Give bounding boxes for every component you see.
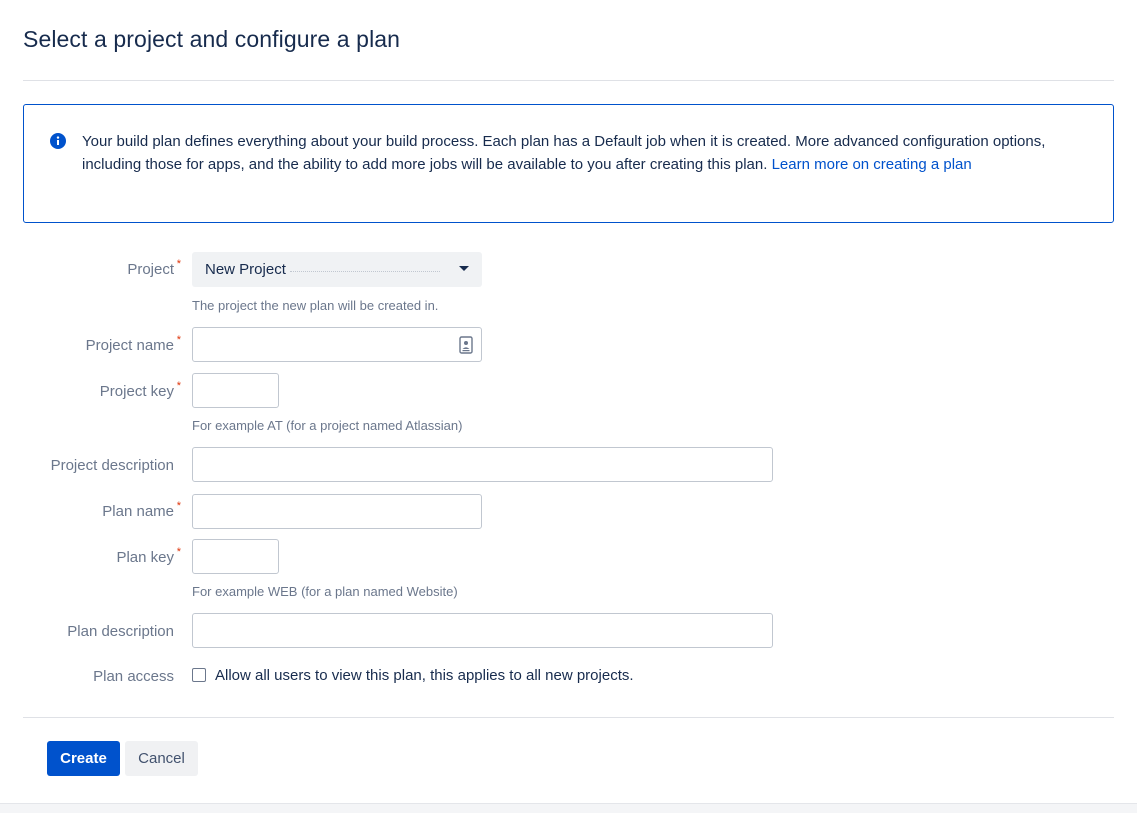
contact-card-icon[interactable] <box>459 336 473 354</box>
plan-description-input[interactable] <box>192 613 773 648</box>
plan-name-required-marker: * <box>176 500 181 512</box>
caret-down-icon <box>459 266 469 271</box>
cancel-button[interactable]: Cancel <box>125 741 198 776</box>
info-message: Your build plan defines everything about… <box>23 104 1114 223</box>
project-name-label: Project name <box>85 337 174 354</box>
project-name-input[interactable] <box>192 327 482 362</box>
plan-access-checkbox[interactable] <box>192 668 206 682</box>
project-required-marker: * <box>176 258 181 270</box>
project-label: Project <box>127 261 174 278</box>
plan-key-label: Plan key <box>116 549 174 566</box>
project-description-input[interactable] <box>192 447 773 482</box>
plan-key-required-marker: * <box>176 546 181 558</box>
project-help: The project the new plan will be created… <box>192 298 439 313</box>
header-divider <box>23 80 1114 81</box>
plan-access-checkbox-label[interactable]: Allow all users to view this plan, this … <box>215 667 634 684</box>
info-icon <box>50 133 66 149</box>
project-description-label: Project description <box>50 457 174 474</box>
page-title: Select a project and configure a plan <box>23 26 401 52</box>
plan-key-help: For example WEB (for a plan named Websit… <box>192 584 458 599</box>
learn-more-link[interactable]: Learn more on creating a plan <box>772 156 972 173</box>
project-select[interactable]: New Project <box>192 252 482 287</box>
plan-access-label: Plan access <box>93 668 174 685</box>
create-button[interactable]: Create <box>47 741 120 776</box>
page-footer-strip <box>0 803 1137 813</box>
plan-name-input[interactable] <box>192 494 482 529</box>
project-name-required-marker: * <box>176 334 181 346</box>
project-key-label: Project key <box>99 383 174 400</box>
plan-key-input[interactable] <box>192 539 279 574</box>
select-dotted-guide <box>290 271 440 272</box>
project-key-help: For example AT (for a project named Atla… <box>192 418 463 433</box>
footer-divider <box>23 717 1114 718</box>
project-key-required-marker: * <box>176 380 181 392</box>
project-select-value: New Project <box>205 261 286 278</box>
plan-name-label: Plan name <box>102 503 174 520</box>
project-key-input[interactable] <box>192 373 279 408</box>
info-message-text: Your build plan defines everything about… <box>82 130 1092 176</box>
plan-description-label: Plan description <box>67 623 174 640</box>
create-plan-page: Select a project and configure a plan Yo… <box>0 0 1137 813</box>
